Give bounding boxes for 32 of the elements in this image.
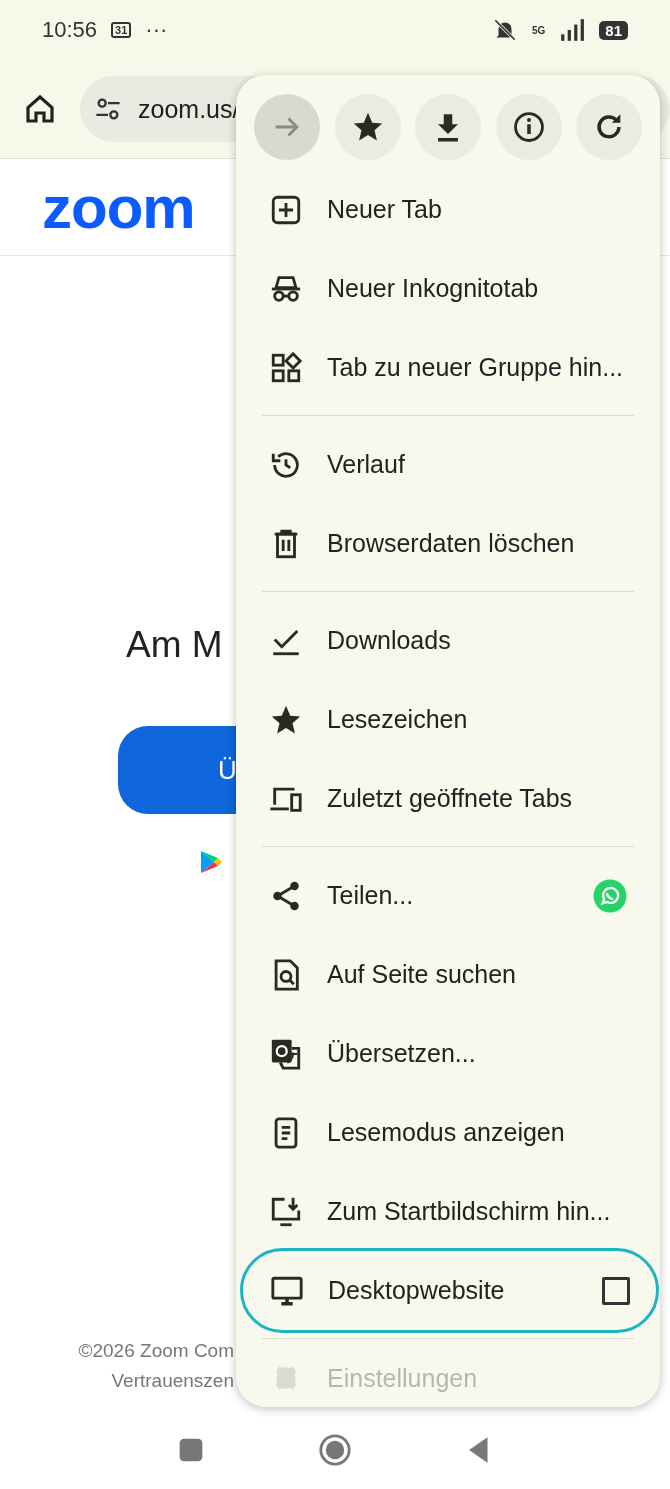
- menu-item[interactable]: Neuer Tab: [242, 170, 654, 249]
- shapes-grid-icon: [269, 350, 303, 385]
- menu-item[interactable]: Tab zu neuer Gruppe hin...: [242, 328, 654, 407]
- menu-item[interactable]: Browserdaten löschen: [242, 504, 654, 583]
- signal-icon: [559, 17, 586, 43]
- url-text: zoom.us/: [138, 94, 240, 124]
- menu-item[interactable]: Neuer Inkognitotab: [242, 249, 654, 328]
- checkbox[interactable]: [602, 1276, 630, 1305]
- clock-time: 10:56: [42, 17, 98, 43]
- calendar-icon: 31: [111, 22, 132, 38]
- menu-item[interactable]: Desktopwebsite: [243, 1251, 656, 1330]
- footer-text: ©2026 Zoom Com: [78, 1340, 234, 1362]
- info-icon: [511, 110, 546, 144]
- page-heading: Am M: [126, 624, 223, 666]
- network-type: 5G: [531, 24, 546, 36]
- menu-item[interactable]: Downloads: [242, 601, 654, 680]
- menu-item[interactable]: Auf Seite suchen: [242, 935, 654, 1014]
- logo: zoom: [42, 172, 195, 242]
- muted-bell-icon: [491, 17, 518, 43]
- menu-item[interactable]: Lesezeichen: [242, 680, 654, 759]
- menu-item[interactable]: Übersetzen...: [242, 1014, 654, 1093]
- menu-item[interactable]: Zuletzt geöffnete Tabs: [242, 759, 654, 838]
- menu-item[interactable]: Verlauf: [242, 425, 654, 504]
- menu-item[interactable]: Zum Startbildschirm hin...: [242, 1172, 654, 1251]
- more-notifications: ···: [145, 17, 168, 43]
- menu-item[interactable]: Lesemodus anzeigen: [242, 1093, 654, 1172]
- battery-level: 81: [599, 20, 628, 40]
- home-nav-icon[interactable]: [318, 1432, 352, 1467]
- menu-item[interactable]: Teilen...: [242, 856, 654, 935]
- footer-text: Vertrauenszen: [111, 1370, 234, 1392]
- play-store-icon: [200, 850, 222, 874]
- home-icon[interactable]: [24, 93, 56, 125]
